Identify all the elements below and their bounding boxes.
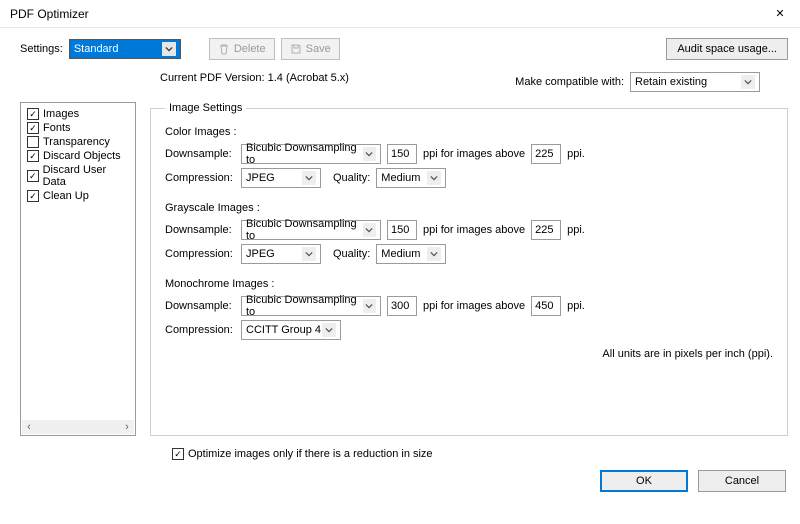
category-fonts[interactable]: ✓ Fonts xyxy=(27,121,129,135)
downsample-label: Downsample: xyxy=(165,148,235,160)
mono-above-ppi-input[interactable]: 450 xyxy=(531,296,561,316)
chevron-down-icon xyxy=(302,171,316,185)
color-downsample-dropdown[interactable]: Bicubic Downsampling to xyxy=(241,144,381,164)
category-images[interactable]: ✓ Images xyxy=(27,107,129,121)
above-text: ppi for images above xyxy=(423,300,525,312)
gray-compression-dropdown[interactable]: JPEG xyxy=(241,244,321,264)
chevron-down-icon xyxy=(363,147,376,161)
chevron-down-icon xyxy=(427,171,441,185)
color-compression-dropdown[interactable]: JPEG xyxy=(241,168,321,188)
chevron-down-icon xyxy=(322,323,336,337)
gray-downsample-ppi-input[interactable]: 150 xyxy=(387,220,417,240)
mono-downsample-dropdown[interactable]: Bicubic Downsampling to xyxy=(241,296,381,316)
toolbar: Settings: Standard Delete Save Audit spa… xyxy=(0,28,800,68)
audit-space-button[interactable]: Audit space usage... xyxy=(666,38,788,60)
monochrome-images-group: Monochrome Images : Downsample: Bicubic … xyxy=(165,278,773,340)
checkbox[interactable]: ✓ xyxy=(27,170,39,182)
info-row: Current PDF Version: 1.4 (Acrobat 5.x) M… xyxy=(0,68,800,102)
category-discard-user-data[interactable]: ✓ Discard User Data xyxy=(27,163,129,189)
mono-downsample-ppi-input[interactable]: 300 xyxy=(387,296,417,316)
units-footnote: All units are in pixels per inch (ppi). xyxy=(165,348,773,360)
delete-button[interactable]: Delete xyxy=(209,38,275,60)
delete-label: Delete xyxy=(234,43,266,55)
settings-dropdown[interactable]: Standard xyxy=(69,39,181,59)
title-bar: PDF Optimizer ✕ xyxy=(0,0,800,28)
scroll-right-icon[interactable]: › xyxy=(120,420,134,434)
checkbox[interactable]: ✓ xyxy=(27,122,39,134)
optimize-only-label: Optimize images only if there is a reduc… xyxy=(188,448,433,460)
settings-value: Standard xyxy=(74,43,119,55)
chevron-down-icon xyxy=(302,247,316,261)
image-settings-panel: Image Settings Color Images : Downsample… xyxy=(150,102,788,436)
scroll-left-icon[interactable]: ‹ xyxy=(22,420,36,434)
above-text: ppi for images above xyxy=(423,148,525,160)
ppi-suffix: ppi. xyxy=(567,300,585,312)
chevron-down-icon xyxy=(363,223,376,237)
group-title: Monochrome Images : xyxy=(165,278,773,290)
save-button[interactable]: Save xyxy=(281,38,340,60)
window-title: PDF Optimizer xyxy=(10,7,89,21)
color-images-group: Color Images : Downsample: Bicubic Downs… xyxy=(165,126,773,188)
ppi-suffix: ppi. xyxy=(567,148,585,160)
gray-above-ppi-input[interactable]: 225 xyxy=(531,220,561,240)
quality-label: Quality: xyxy=(333,172,370,184)
gray-downsample-dropdown[interactable]: Bicubic Downsampling to xyxy=(241,220,381,240)
ok-button[interactable]: OK xyxy=(600,470,688,492)
compat-dropdown[interactable]: Retain existing xyxy=(630,72,760,92)
category-list[interactable]: ✓ Images ✓ Fonts Transparency ✓ Discard Obj… xyxy=(20,102,136,436)
dialog-buttons: OK Cancel xyxy=(0,460,800,492)
group-title: Color Images : xyxy=(165,126,773,138)
compression-label: Compression: xyxy=(165,172,235,184)
chevron-down-icon xyxy=(162,42,176,56)
color-downsample-ppi-input[interactable]: 150 xyxy=(387,144,417,164)
cancel-button[interactable]: Cancel xyxy=(698,470,786,492)
quality-label: Quality: xyxy=(333,248,370,260)
compat-value: Retain existing xyxy=(635,76,707,88)
mono-compression-dropdown[interactable]: CCITT Group 4 xyxy=(241,320,341,340)
list-item-label: Transparency xyxy=(43,136,110,148)
checkbox[interactable]: ✓ xyxy=(27,150,39,162)
settings-label: Settings: xyxy=(20,43,63,55)
current-version-label: Current PDF Version: 1.4 (Acrobat 5.x) xyxy=(160,72,349,92)
panel-legend: Image Settings xyxy=(165,102,246,114)
group-title: Grayscale Images : xyxy=(165,202,773,214)
list-item-label: Discard Objects xyxy=(43,150,121,162)
optimize-only-checkbox[interactable]: ✓ xyxy=(172,448,184,460)
downsample-label: Downsample: xyxy=(165,300,235,312)
list-item-label: Images xyxy=(43,108,79,120)
category-clean-up[interactable]: ✓ Clean Up xyxy=(27,189,129,203)
category-transparency[interactable]: Transparency xyxy=(27,135,129,149)
checkbox[interactable]: ✓ xyxy=(27,108,39,120)
compression-label: Compression: xyxy=(165,248,235,260)
grayscale-images-group: Grayscale Images : Downsample: Bicubic D… xyxy=(165,202,773,264)
list-item-label: Fonts xyxy=(43,122,71,134)
color-above-ppi-input[interactable]: 225 xyxy=(531,144,561,164)
category-discard-objects[interactable]: ✓ Discard Objects xyxy=(27,149,129,163)
checkbox[interactable]: ✓ xyxy=(27,190,39,202)
color-quality-dropdown[interactable]: Medium xyxy=(376,168,446,188)
save-icon xyxy=(290,43,302,55)
horizontal-scrollbar[interactable]: ‹ › xyxy=(22,420,134,434)
list-item-label: Clean Up xyxy=(43,190,89,202)
chevron-down-icon xyxy=(363,299,376,313)
list-item-label: Discard User Data xyxy=(43,164,129,188)
ppi-suffix: ppi. xyxy=(567,224,585,236)
gray-quality-dropdown[interactable]: Medium xyxy=(376,244,446,264)
optimize-only-row[interactable]: ✓ Optimize images only if there is a red… xyxy=(0,442,800,460)
chevron-down-icon xyxy=(427,247,441,261)
save-label: Save xyxy=(306,43,331,55)
above-text: ppi for images above xyxy=(423,224,525,236)
close-button[interactable]: ✕ xyxy=(760,0,800,28)
compression-label: Compression: xyxy=(165,324,235,336)
compat-label: Make compatible with: xyxy=(515,76,624,88)
downsample-label: Downsample: xyxy=(165,224,235,236)
trash-icon xyxy=(218,43,230,55)
chevron-down-icon xyxy=(741,75,755,89)
close-icon: ✕ xyxy=(775,7,784,20)
checkbox[interactable] xyxy=(27,136,39,148)
